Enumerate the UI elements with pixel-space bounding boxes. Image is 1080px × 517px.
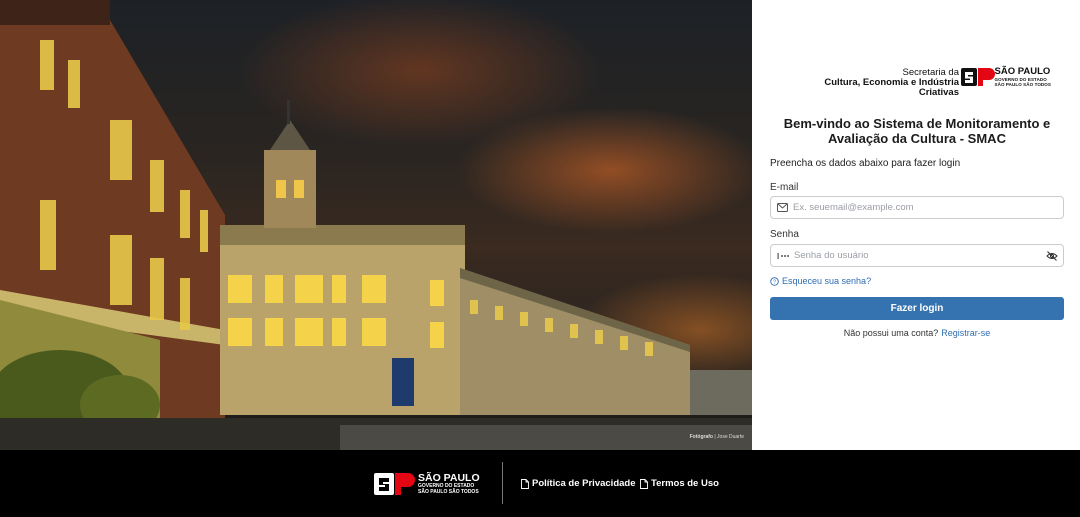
password-field-wrapper — [770, 244, 1064, 267]
email-field[interactable] — [788, 197, 1063, 218]
svg-text:?: ? — [773, 279, 776, 285]
register-link[interactable]: Registrar-se — [941, 328, 990, 338]
secretaria-logo: Secretaria da Cultura, Economia e Indúst… — [786, 66, 1052, 98]
email-label: E-mail — [770, 182, 799, 193]
email-field-wrapper — [770, 196, 1064, 219]
password-field[interactable] — [789, 245, 1041, 266]
footer: SÃO PAULO GOVERNO DO ESTADO SÃO PAULO SÃ… — [0, 450, 1080, 517]
terms-of-use-link[interactable]: Termos de Uso — [640, 478, 719, 489]
login-instructions: Preencha os dados abaixo para fazer logi… — [770, 158, 961, 169]
sp-logo-icon — [961, 68, 995, 86]
footer-divider — [502, 462, 503, 504]
eye-off-icon[interactable] — [1041, 245, 1063, 266]
page-title: Bem-vindo ao Sistema de Monitoramento e … — [783, 116, 1051, 146]
envelope-icon — [777, 203, 788, 212]
secretaria-line2: Cultura, Economia e Indústria Criativas — [824, 77, 959, 98]
photo-credit: Fotógrafo | Jose Duarte — [690, 434, 744, 440]
no-account-text: Não possui uma conta? — [843, 328, 939, 338]
password-label: Senha — [770, 229, 799, 240]
login-panel: Secretaria da Cultura, Economia e Indúst… — [752, 0, 1080, 450]
document-icon — [640, 478, 648, 489]
footer-sp-subtitle-2: SÃO PAULO SÃO TODOS — [418, 488, 479, 495]
key-icon — [777, 252, 789, 260]
login-button[interactable]: Fazer login — [770, 297, 1064, 320]
footer-sp-wordmark: SÃO PAULO GOVERNO DO ESTADO SÃO PAULO SÃ… — [418, 473, 480, 495]
forgot-password-link[interactable]: ? Esqueceu sua senha? — [770, 276, 871, 286]
question-circle-icon: ? — [770, 276, 779, 286]
sp-subtitle-2: SÃO PAULO SÃO TODOS — [994, 82, 1051, 87]
secretaria-name: Secretaria da Cultura, Economia e Indúst… — [786, 68, 959, 98]
sp-footer-logo-icon — [374, 473, 415, 495]
building-illustration — [0, 0, 752, 450]
privacy-policy-label: Política de Privacidade — [532, 478, 636, 489]
forgot-password-label: Esqueceu sua senha? — [782, 276, 872, 286]
hero-photo: Fotógrafo | Jose Duarte — [0, 0, 752, 450]
privacy-policy-link[interactable]: Política de Privacidade — [521, 478, 636, 489]
sp-title: SÃO PAULO — [994, 66, 1051, 77]
sp-wordmark: SÃO PAULO GOVERNO DO ESTADO SÃO PAULO SÃ… — [994, 66, 1052, 88]
photo-credit-name: | Jose Duarte — [714, 434, 744, 440]
photo-credit-label: Fotógrafo — [689, 434, 713, 440]
document-icon — [521, 478, 529, 489]
terms-of-use-label: Termos de Uso — [651, 478, 719, 489]
signup-prompt: Não possui uma conta? Registrar-se — [770, 328, 1064, 338]
